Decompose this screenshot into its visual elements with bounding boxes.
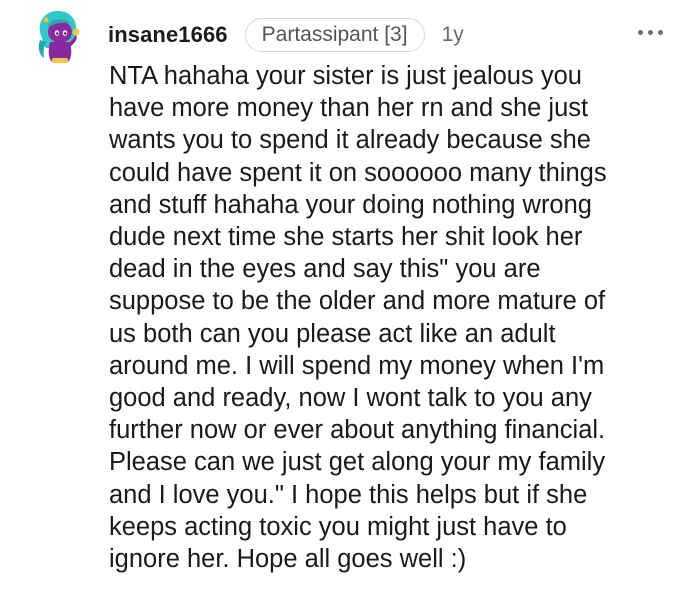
comment-body-line: further now or ever about anything finan… [109, 416, 606, 445]
comment-body-line: and stuff hahaha your doing nothing wron… [109, 190, 592, 219]
user-flair-badge: Partassipant [3] [244, 18, 425, 52]
comment-body-line: us both can you please act like an adult [109, 319, 556, 348]
snoo-avatar-icon [38, 10, 80, 63]
comment-body-line: dude next time she starts her shit look … [109, 223, 583, 252]
comment: insane1666 Partassipant [3] 1y NTA hahah… [0, 0, 700, 594]
comment-header: insane1666 Partassipant [3] 1y [108, 17, 464, 53]
more-horizontal-icon [648, 30, 653, 35]
comment-body-line: good and ready, now I wont talk to you a… [109, 384, 592, 413]
comment-body-line: NTA hahaha your sister is just jealous y… [109, 62, 582, 90]
more-horizontal-icon [658, 30, 663, 35]
comment-body-line: Please can we just get along your my fam… [109, 448, 606, 477]
comment-body-line: dead in the eyes and say this" you are [109, 255, 541, 284]
comment-body-line: suppose to be the older and more mature … [109, 287, 606, 316]
comment-body-line: around me. I will spend my money when I'… [109, 351, 605, 380]
user-avatar[interactable] [34, 8, 82, 66]
more-options-button[interactable] [638, 30, 668, 40]
comment-body-line: have more money than her rn and she just [109, 94, 589, 123]
comment-body: NTA hahaha your sister is just jealous y… [109, 60, 669, 575]
comment-body-line: could have spent it on soooooo many thin… [109, 158, 607, 187]
comment-body-line: wants you to spend it already because sh… [109, 126, 591, 155]
more-horizontal-icon [638, 30, 643, 35]
comment-body-line: ignore her. Hope all goes well :) [109, 545, 467, 574]
comment-timestamp[interactable]: 1y [442, 23, 464, 47]
comment-body-line: keeps acting toxic you might just have t… [109, 512, 567, 541]
username-link[interactable]: insane1666 [108, 22, 228, 48]
comment-body-line: and I love you." I hope this helps but i… [109, 480, 588, 509]
